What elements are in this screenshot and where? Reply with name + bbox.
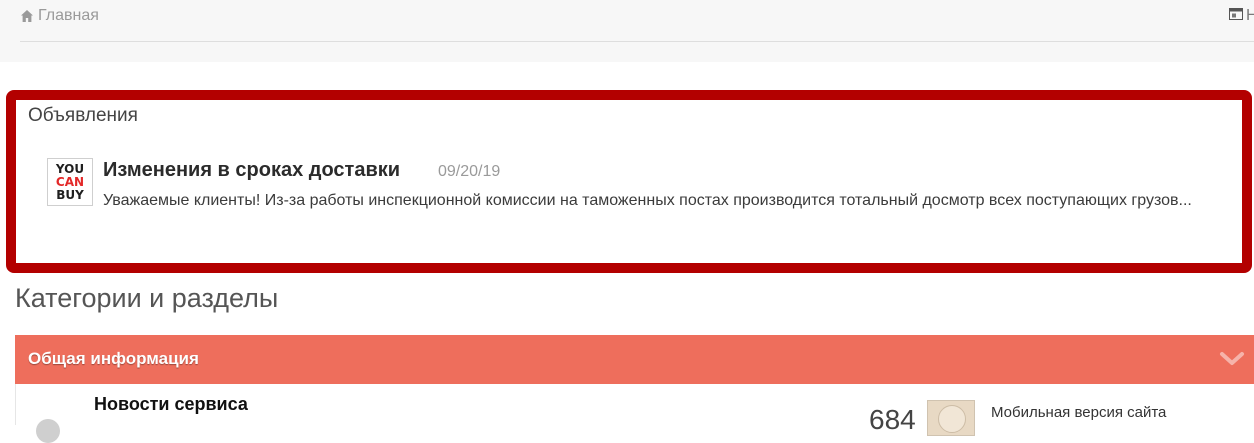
youcanbuy-logo: YOU CAN BUY [47, 158, 93, 206]
category-header: Общая информация [15, 335, 1254, 384]
announcement-title-link[interactable]: Изменения в сроках доставки [103, 159, 400, 182]
section-title: Категории и разделы [15, 283, 279, 313]
chevron-down-icon[interactable] [1219, 348, 1245, 370]
logo-line-2: CAN [55, 174, 85, 189]
forum-name-link[interactable]: Новости сервиса [94, 394, 248, 415]
forum-row: Новости сервиса 684 Мобильная версия сай… [15, 384, 1254, 443]
breadcrumb[interactable]: Главная [20, 6, 99, 26]
avatar-face [938, 405, 966, 433]
home-icon [20, 9, 34, 23]
forum-status-icon [36, 419, 60, 443]
divider [20, 41, 1254, 42]
window-icon [1229, 7, 1243, 25]
logo-line-1: YOU [55, 161, 85, 176]
last-post-link[interactable]: Мобильная версия сайта [991, 404, 1166, 421]
avatar[interactable] [927, 400, 975, 436]
top-navigation-bar: Главная Н [0, 0, 1254, 62]
announcements-header: Объявления [28, 105, 138, 126]
announcement-date: 09/20/19 [438, 163, 501, 180]
logo-line-3: BUY [56, 187, 84, 202]
forum-post-count: 684 [869, 404, 916, 435]
announcement-excerpt: Уважаемые клиенты! Из-за работы инспекци… [103, 192, 1192, 209]
category-title: Общая информация [28, 349, 199, 368]
top-right-label[interactable]: Н [1246, 7, 1254, 25]
breadcrumb-home-link[interactable]: Главная [38, 7, 99, 25]
top-right-link[interactable]: Н [1229, 6, 1254, 26]
